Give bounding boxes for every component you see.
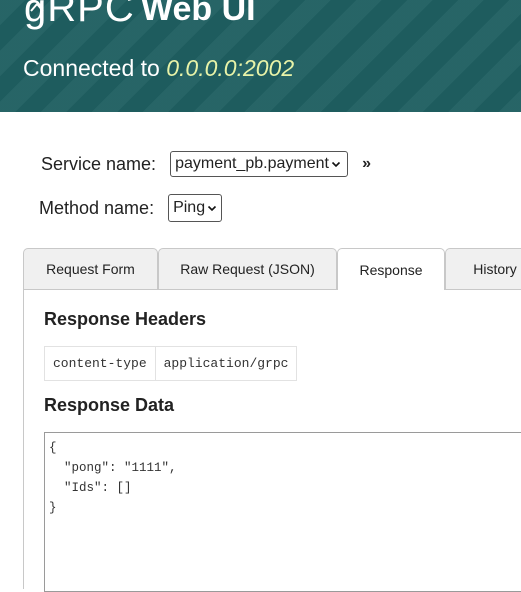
header-banner: gRPC Web UI Connected to 0.0.0.0:2002 [0,0,521,112]
chevron-down-icon [331,161,341,168]
app-title: Web UI [141,0,256,28]
grpc-logo: gRPC [24,0,135,31]
tab-bar: Request Form Raw Request (JSON) Response… [23,248,521,290]
chevron-down-icon [208,205,217,212]
service-select[interactable]: payment_pb.payment [170,151,349,177]
method-row: Method name: Ping [39,194,223,222]
service-selected-value: payment_pb.payment [175,155,329,172]
method-selected-value: Ping [173,199,206,216]
tab-raw-request[interactable]: Raw Request (JSON) [158,248,337,289]
tab-request-form[interactable]: Request Form [23,248,158,289]
service-row: Service name: payment_pb.payment » [41,151,371,177]
header-name-cell: content-type [44,346,156,381]
code-line: { [49,441,57,455]
grpc-logo-mark-icon [30,2,44,12]
code-line: } [49,501,57,515]
tab-history[interactable]: History [445,248,521,289]
code-line: "pong": "1111", [49,461,177,475]
response-data-title: Response Data [44,395,175,415]
response-headers-table: content-type application/grpc [44,346,298,381]
connected-prefix: Connected to [23,55,160,81]
header-value-cell: application/grpc [154,346,298,381]
connection-status: Connected to 0.0.0.0:2002 [23,55,294,82]
code-line: "Ids": [] [49,481,132,495]
service-label: Service name: [41,153,157,174]
method-select[interactable]: Ping [168,194,223,222]
response-data-viewer[interactable]: { "pong": "1111", "Ids": []} [44,432,521,592]
server-address: 0.0.0.0:2002 [166,55,295,81]
expand-service-icon[interactable]: » [362,155,371,173]
table-row: content-type application/grpc [44,346,298,381]
tab-response[interactable]: Response [337,248,445,290]
response-headers-title: Response Headers [44,309,207,329]
method-label: Method name: [39,197,155,218]
